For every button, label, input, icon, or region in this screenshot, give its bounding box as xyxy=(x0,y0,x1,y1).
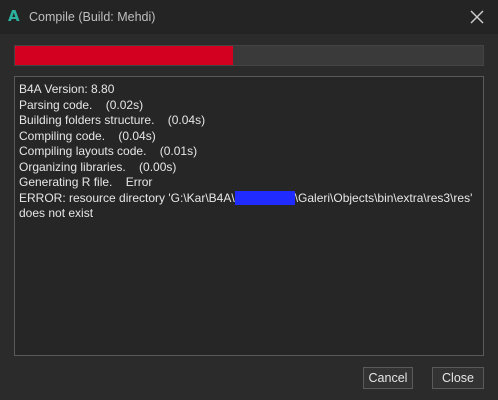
window-title: Compile (Build: Mehdi) xyxy=(29,10,156,24)
log-line-error-cont: does not exist xyxy=(19,206,94,220)
progress-fill xyxy=(15,46,233,65)
cancel-button[interactable]: Cancel xyxy=(363,367,413,389)
log-line-parsing: Parsing code. (0.02s) xyxy=(19,97,144,112)
log-line-compiling: Compiling code. (0.04s) xyxy=(19,128,156,143)
compile-log[interactable]: B4A Version: 8.80 Parsing code. (0.02s) … xyxy=(14,76,484,356)
compile-progress-bar xyxy=(14,45,484,66)
log-line-version: B4A Version: 8.80 xyxy=(19,82,115,96)
log-line-error: ERROR: resource directory 'G:\Kar\B4A\ \G… xyxy=(19,190,479,207)
log-line-libraries: Organizing libraries. (0.00s) xyxy=(19,159,177,174)
close-button[interactable]: Close xyxy=(432,367,484,389)
close-icon[interactable] xyxy=(468,8,486,26)
b4a-app-icon: A xyxy=(8,7,20,25)
title-bar[interactable]: A Compile (Build: Mehdi) xyxy=(0,0,498,34)
compile-dialog: A Compile (Build: Mehdi) B4A Version: 8.… xyxy=(0,0,498,400)
log-line-layouts: Compiling layouts code. (0.01s) xyxy=(19,144,198,158)
redaction-block xyxy=(234,190,295,205)
error-text-prefix: ERROR: resource directory 'G:\Kar\B4A\ xyxy=(19,190,235,205)
error-text-suffix: \Galeri\Objects\bin\extra\res3\res' xyxy=(294,190,473,205)
log-line-folders: Building folders structure. (0.04s) xyxy=(19,113,206,127)
log-line-rfile: Generating R file. Error xyxy=(19,175,153,189)
